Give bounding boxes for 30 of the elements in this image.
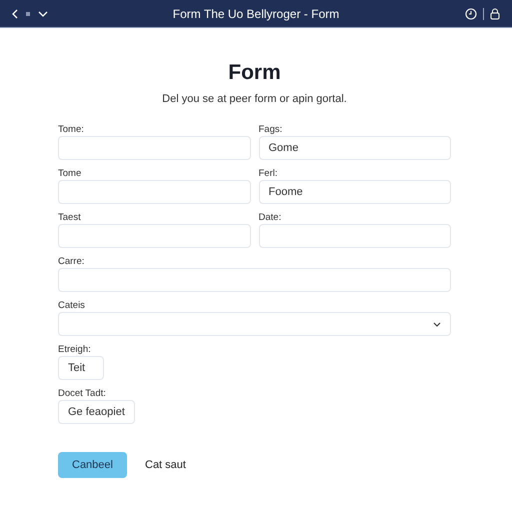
input-field[interactable]: [58, 180, 250, 204]
field-label: Date:: [258, 212, 282, 223]
back-icon[interactable]: [12, 8, 18, 18]
field-label: Cateis: [58, 300, 86, 311]
input-field[interactable]: Foome: [258, 180, 451, 204]
field-label: Tome: [58, 168, 82, 179]
field-label: Taest: [58, 212, 82, 223]
input-field[interactable]: [58, 224, 250, 248]
form-description: Del you se at peer form or apin gortal.: [161, 93, 348, 105]
chevron-down-icon[interactable]: [38, 10, 48, 16]
input-field[interactable]: Ge feaopiet: [58, 400, 135, 424]
input-field[interactable]: [258, 224, 451, 248]
chevron-down-icon: [433, 322, 441, 326]
input-field[interactable]: [58, 268, 451, 292]
lock-icon[interactable]: [490, 8, 500, 20]
secondary-link[interactable]: Cat saut: [145, 459, 186, 471]
field-label: Tome:: [58, 124, 85, 135]
primary-button[interactable]: Canbeel: [58, 452, 127, 478]
field-label: Ferl:: [258, 168, 278, 179]
clock-icon[interactable]: [465, 8, 477, 20]
field-label: Fags:: [258, 124, 284, 135]
field-label: Etreigh:: [58, 344, 92, 355]
field-label: Docet Tadt:: [58, 388, 106, 399]
input-field[interactable]: Gome: [258, 136, 451, 160]
input-field[interactable]: [58, 136, 250, 160]
form-heading: Form: [227, 61, 282, 85]
field-label: Carre:: [58, 256, 86, 267]
window-title: Form The Uo Bellyroger - Form: [172, 6, 340, 20]
input-field[interactable]: Teit: [58, 356, 104, 380]
select-field[interactable]: [58, 312, 451, 336]
